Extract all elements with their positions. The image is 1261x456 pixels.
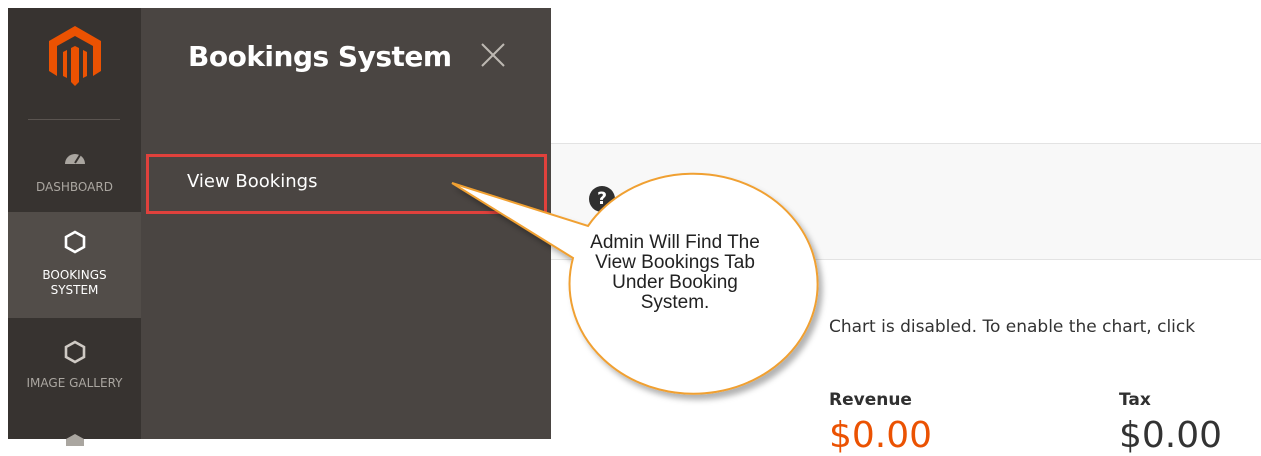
revenue-value: $0.00: [829, 415, 933, 456]
help-icon[interactable]: ?: [589, 186, 615, 212]
sidebar-item-dashboard[interactable]: DASHBOARD: [8, 142, 141, 212]
magento-logo-icon: [49, 26, 101, 86]
magento-logo[interactable]: [8, 8, 141, 118]
logo-divider: [28, 119, 120, 120]
sidebar-item-next[interactable]: [8, 418, 141, 448]
flyout-title: Bookings System: [188, 40, 452, 73]
chart-disabled-message: Chart is disabled. To enable the chart, …: [829, 317, 1196, 337]
hexagon-icon: [64, 230, 85, 254]
sidebar-item-label: BOOKINGS: [42, 268, 107, 282]
admin-sidebar: DASHBOARD BOOKINGS SYSTEM IMAGE GALLERY: [8, 8, 141, 446]
sidebar-item-label: SYSTEM: [50, 283, 99, 297]
sidebar-item-bookings-system[interactable]: BOOKINGS SYSTEM: [8, 212, 141, 318]
sidebar-item-label: IMAGE GALLERY: [26, 376, 123, 390]
sidebar-next-icon: [65, 434, 84, 446]
bookings-system-flyout: Bookings System View Bookings: [141, 8, 551, 439]
callout-text: Admin Will Find The View Bookings Tab Un…: [590, 232, 760, 313]
dashboard-gauge-icon: [64, 154, 85, 164]
tax-value: $0.00: [1119, 415, 1223, 456]
close-icon[interactable]: [479, 41, 507, 69]
hexagon-icon: [64, 340, 85, 364]
sidebar-item-image-gallery[interactable]: IMAGE GALLERY: [8, 318, 141, 418]
revenue-label: Revenue: [829, 390, 912, 410]
flyout-item-label: View Bookings: [187, 171, 318, 192]
sidebar-item-label: DASHBOARD: [36, 180, 113, 194]
flyout-item-view-bookings[interactable]: View Bookings: [146, 154, 547, 214]
tax-label: Tax: [1119, 390, 1151, 410]
